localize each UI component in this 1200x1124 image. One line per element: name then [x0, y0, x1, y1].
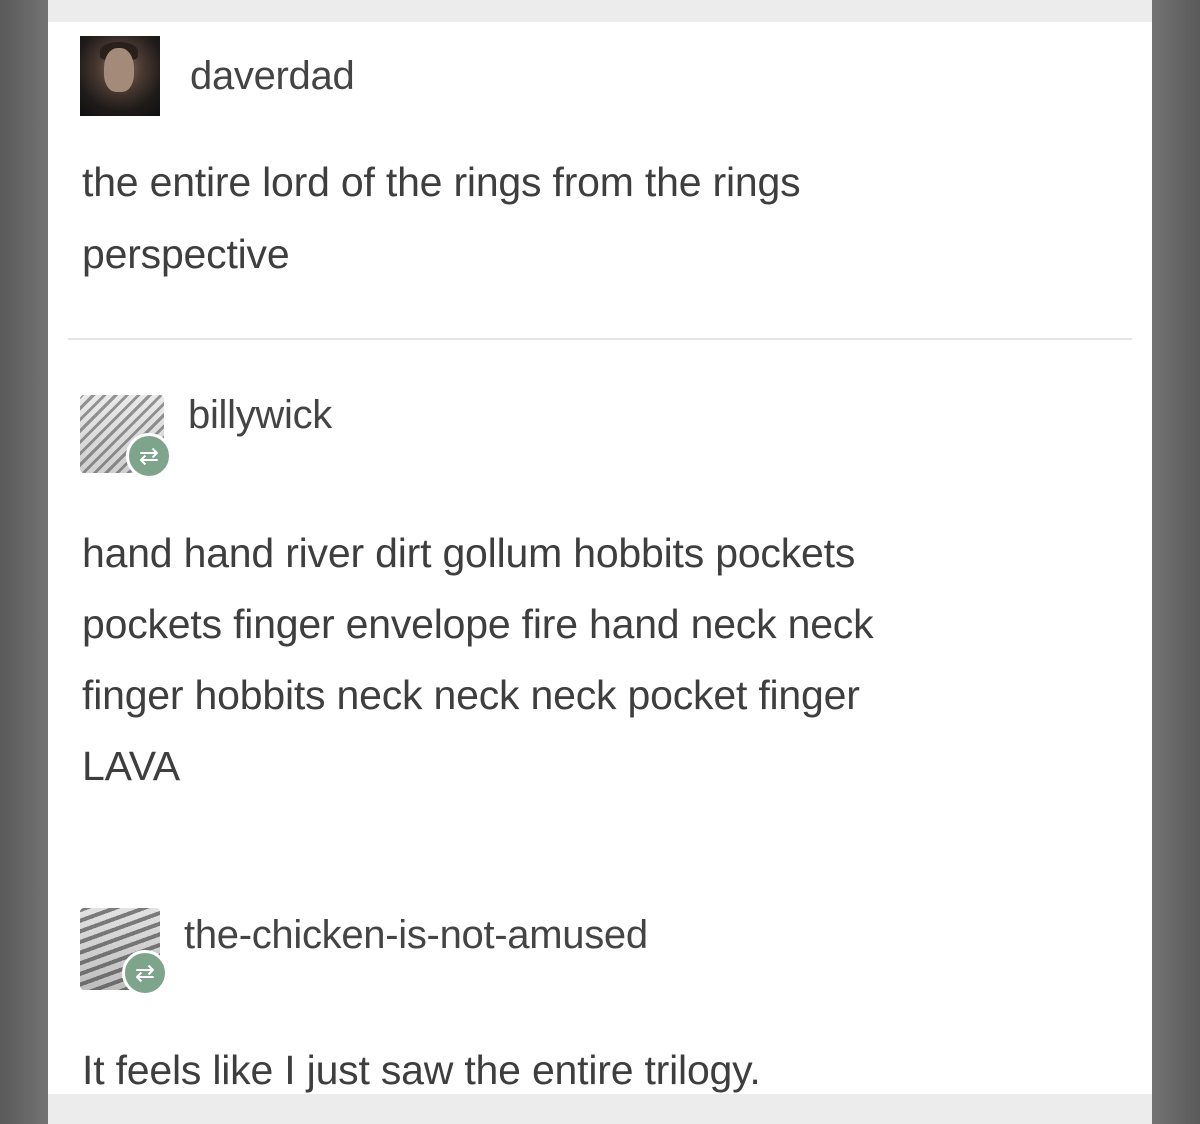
avatar-the-chicken-is-not-amused[interactable]: ⇄: [80, 908, 168, 996]
reblog-icon: ⇄: [122, 950, 168, 996]
post-header-3: ⇄ the-chicken-is-not-amused: [80, 908, 648, 996]
user-avatar-icon: [80, 36, 160, 116]
post-text-1: the entire lord of the rings from the ri…: [82, 159, 801, 277]
post-card: daverdad the entire lord of the rings fr…: [48, 0, 1152, 1124]
post-header-2: ⇄ billywick: [80, 393, 332, 479]
left-frame: [0, 0, 48, 1124]
username-link[interactable]: the-chicken-is-not-amused: [184, 913, 648, 958]
username-link[interactable]: daverdad: [190, 54, 355, 99]
divider: [68, 338, 1132, 340]
reblog-icon: ⇄: [126, 433, 172, 479]
post-header-1: daverdad: [80, 36, 355, 116]
username-link[interactable]: billywick: [188, 393, 332, 438]
bottom-strip: [48, 1094, 1152, 1124]
post-text-2: hand hand river dirt gollum hobbits pock…: [82, 530, 874, 789]
right-frame: [1152, 0, 1200, 1124]
avatar-daverdad[interactable]: [80, 36, 160, 116]
avatar-face: [104, 48, 134, 92]
top-strip: [48, 0, 1152, 22]
avatar-billywick[interactable]: ⇄: [80, 395, 172, 479]
